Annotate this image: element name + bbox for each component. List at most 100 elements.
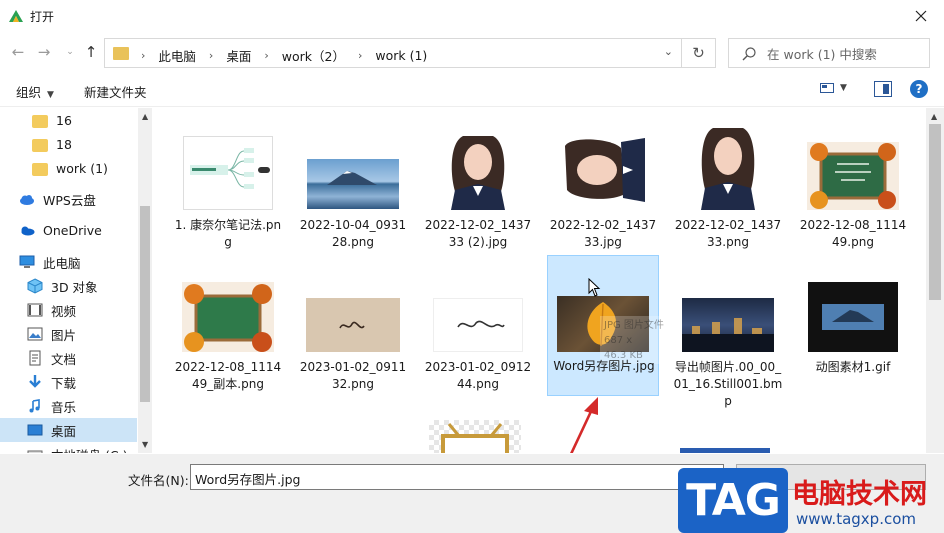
watermark-url: www.tagxp.com	[796, 510, 916, 528]
refresh-icon: ↻	[692, 44, 705, 62]
view-icon	[820, 83, 834, 93]
arrow-up-icon: ↑	[84, 43, 98, 61]
file-name: 2022-10-04_093128.png	[299, 218, 407, 249]
sidebar-item-16[interactable]: 16	[0, 108, 137, 132]
sidebar-item-downloads[interactable]: 下载	[0, 370, 137, 394]
sidebar-item-desktop[interactable]: 桌面	[0, 418, 137, 442]
help-icon: ?	[915, 82, 923, 96]
file-item[interactable]: 2022-12-08_111449_副本.png	[172, 258, 284, 396]
preview-pane-icon	[883, 84, 889, 94]
sidebar-item-label: 文档	[51, 351, 77, 367]
file-thumbnail-partial[interactable]	[680, 448, 770, 453]
folder-icon	[32, 138, 48, 152]
new-folder-button[interactable]: 新建文件夹	[84, 82, 147, 101]
breadcrumb-item[interactable]: 桌面	[226, 46, 251, 65]
chevron-right-icon: ›	[141, 49, 146, 62]
computer-icon	[19, 255, 35, 268]
close-button[interactable]	[898, 0, 944, 32]
file-list: 1. 康奈尔笔记法.png 2022-10-04_093128.png 2022…	[152, 108, 926, 453]
sidebar-item-label: 视频	[51, 303, 77, 319]
sidebar-item-18[interactable]: 18	[0, 132, 137, 156]
sidebar-item-documents[interactable]: 文档	[0, 346, 137, 370]
file-item[interactable]: 2023-01-02_091132.png	[297, 258, 409, 396]
sidebar-item-work1[interactable]: work (1)	[0, 156, 137, 180]
picture-icon	[27, 327, 43, 341]
file-item[interactable]: 2022-12-02_143733 (2).jpg	[422, 116, 534, 254]
filename-input[interactable]: Word另存图片.jpg	[190, 464, 724, 490]
back-button[interactable]: ←	[8, 42, 28, 62]
sidebar-item-label: 3D 对象	[51, 279, 98, 295]
file-item[interactable]: 动图素材1.gif	[797, 258, 909, 396]
file-thumbnail	[808, 282, 898, 352]
file-thumbnail	[682, 298, 774, 352]
sidebar-item-label: OneDrive	[43, 222, 102, 238]
file-thumbnail	[687, 120, 769, 210]
file-item[interactable]: 2022-10-04_093128.png	[297, 116, 409, 254]
file-item[interactable]: 2022-12-08_111449.png	[797, 116, 909, 254]
breadcrumb-item[interactable]: 此电脑	[158, 46, 196, 65]
sidebar-item-wps-cloud[interactable]: WPS云盘	[0, 187, 137, 211]
sidebar-item-label: 音乐	[51, 399, 77, 415]
file-name: Word另存图片.jpg	[553, 359, 655, 373]
file-item[interactable]: 2022-12-02_143733.jpg	[547, 116, 659, 254]
video-icon	[27, 303, 43, 317]
document-icon	[29, 350, 41, 366]
file-thumbnail	[807, 142, 899, 210]
file-name: 2022-12-02_143733 (2).jpg	[424, 218, 532, 249]
scroll-down-icon[interactable]: ▼	[142, 440, 148, 449]
breadcrumb-item[interactable]: work（2）	[282, 46, 345, 65]
chevron-down-icon[interactable]: ⌄	[664, 45, 673, 58]
search-icon	[742, 47, 756, 61]
file-item[interactable]: 2022-12-02_143733.png	[672, 116, 784, 254]
sidebar-item-videos[interactable]: 视频	[0, 298, 137, 322]
file-list-scroll-thumb[interactable]	[929, 124, 941, 300]
search-box[interactable]	[728, 38, 930, 68]
desktop-icon	[27, 424, 43, 436]
file-item[interactable]: 1. 康奈尔笔记法.png	[172, 116, 284, 254]
up-button[interactable]: ↑	[81, 42, 101, 62]
close-icon	[915, 10, 927, 22]
file-item[interactable]: 2023-01-02_091244.png	[422, 258, 534, 396]
title-bar: 打开	[0, 0, 944, 32]
refresh-button[interactable]: ↻	[682, 38, 716, 68]
recent-locations-button[interactable]: ⌄	[60, 42, 80, 62]
search-input[interactable]	[767, 45, 922, 63]
caret-down-icon: ▼	[47, 90, 54, 100]
folder-icon	[32, 114, 48, 128]
folder-icon	[113, 47, 129, 60]
sidebar-item-label: 18	[56, 136, 72, 152]
sidebar-item-pictures[interactable]: 图片	[0, 322, 137, 346]
file-item-selected[interactable]: JPG 图片文件 687 x 46.3 KB Word另存图片.jpg	[547, 255, 686, 396]
preview-pane-button[interactable]	[874, 81, 892, 97]
organize-menu[interactable]: 组织 ▼	[16, 82, 54, 101]
address-box[interactable]: › 此电脑 › 桌面 › work（2） › work (1) ⌄	[104, 38, 682, 68]
scroll-up-icon[interactable]: ▲	[931, 112, 937, 121]
help-button[interactable]: ?	[910, 80, 928, 98]
scroll-up-icon[interactable]: ▲	[142, 112, 148, 121]
file-thumbnail-partial[interactable]	[429, 420, 521, 453]
sidebar-item-music[interactable]: 音乐	[0, 394, 137, 418]
sidebar-item-onedrive[interactable]: OneDrive	[0, 218, 137, 242]
chevron-right-icon: ›	[357, 49, 363, 62]
file-name: 1. 康奈尔笔记法.png	[174, 218, 282, 249]
sidebar-scroll-thumb[interactable]	[140, 206, 150, 402]
download-icon	[29, 375, 41, 388]
file-name: 2022-12-02_143733.jpg	[549, 218, 657, 249]
file-thumbnail	[561, 128, 645, 212]
file-thumbnail	[182, 282, 274, 352]
music-icon	[29, 399, 40, 413]
chevron-right-icon: ›	[208, 49, 214, 62]
sidebar-item-this-pc[interactable]: 此电脑	[0, 250, 137, 274]
file-name: 2022-12-08_111449_副本.png	[174, 360, 282, 391]
sidebar-item-local-disk-c[interactable]: 本地磁盘 (C:)	[0, 442, 137, 453]
sidebar-item-3d-objects[interactable]: 3D 对象	[0, 274, 137, 298]
arrow-left-icon: ←	[11, 43, 25, 61]
change-view-button[interactable]: ▼	[820, 82, 847, 94]
forward-button[interactable]: →	[34, 42, 54, 62]
file-item[interactable]: 导出帧图片.00_00_01_16.Still001.bmp	[672, 258, 784, 408]
breadcrumb-item[interactable]: work (1)	[375, 48, 427, 63]
watermark-title: 电脑技术网	[792, 479, 927, 510]
organize-label: 组织	[16, 85, 42, 100]
tooltip-dims: 687 x	[604, 335, 633, 346]
navigation-pane: 16 18 work (1) WPS云盘 OneDrive 此电脑 3D 对象 …	[0, 108, 152, 453]
